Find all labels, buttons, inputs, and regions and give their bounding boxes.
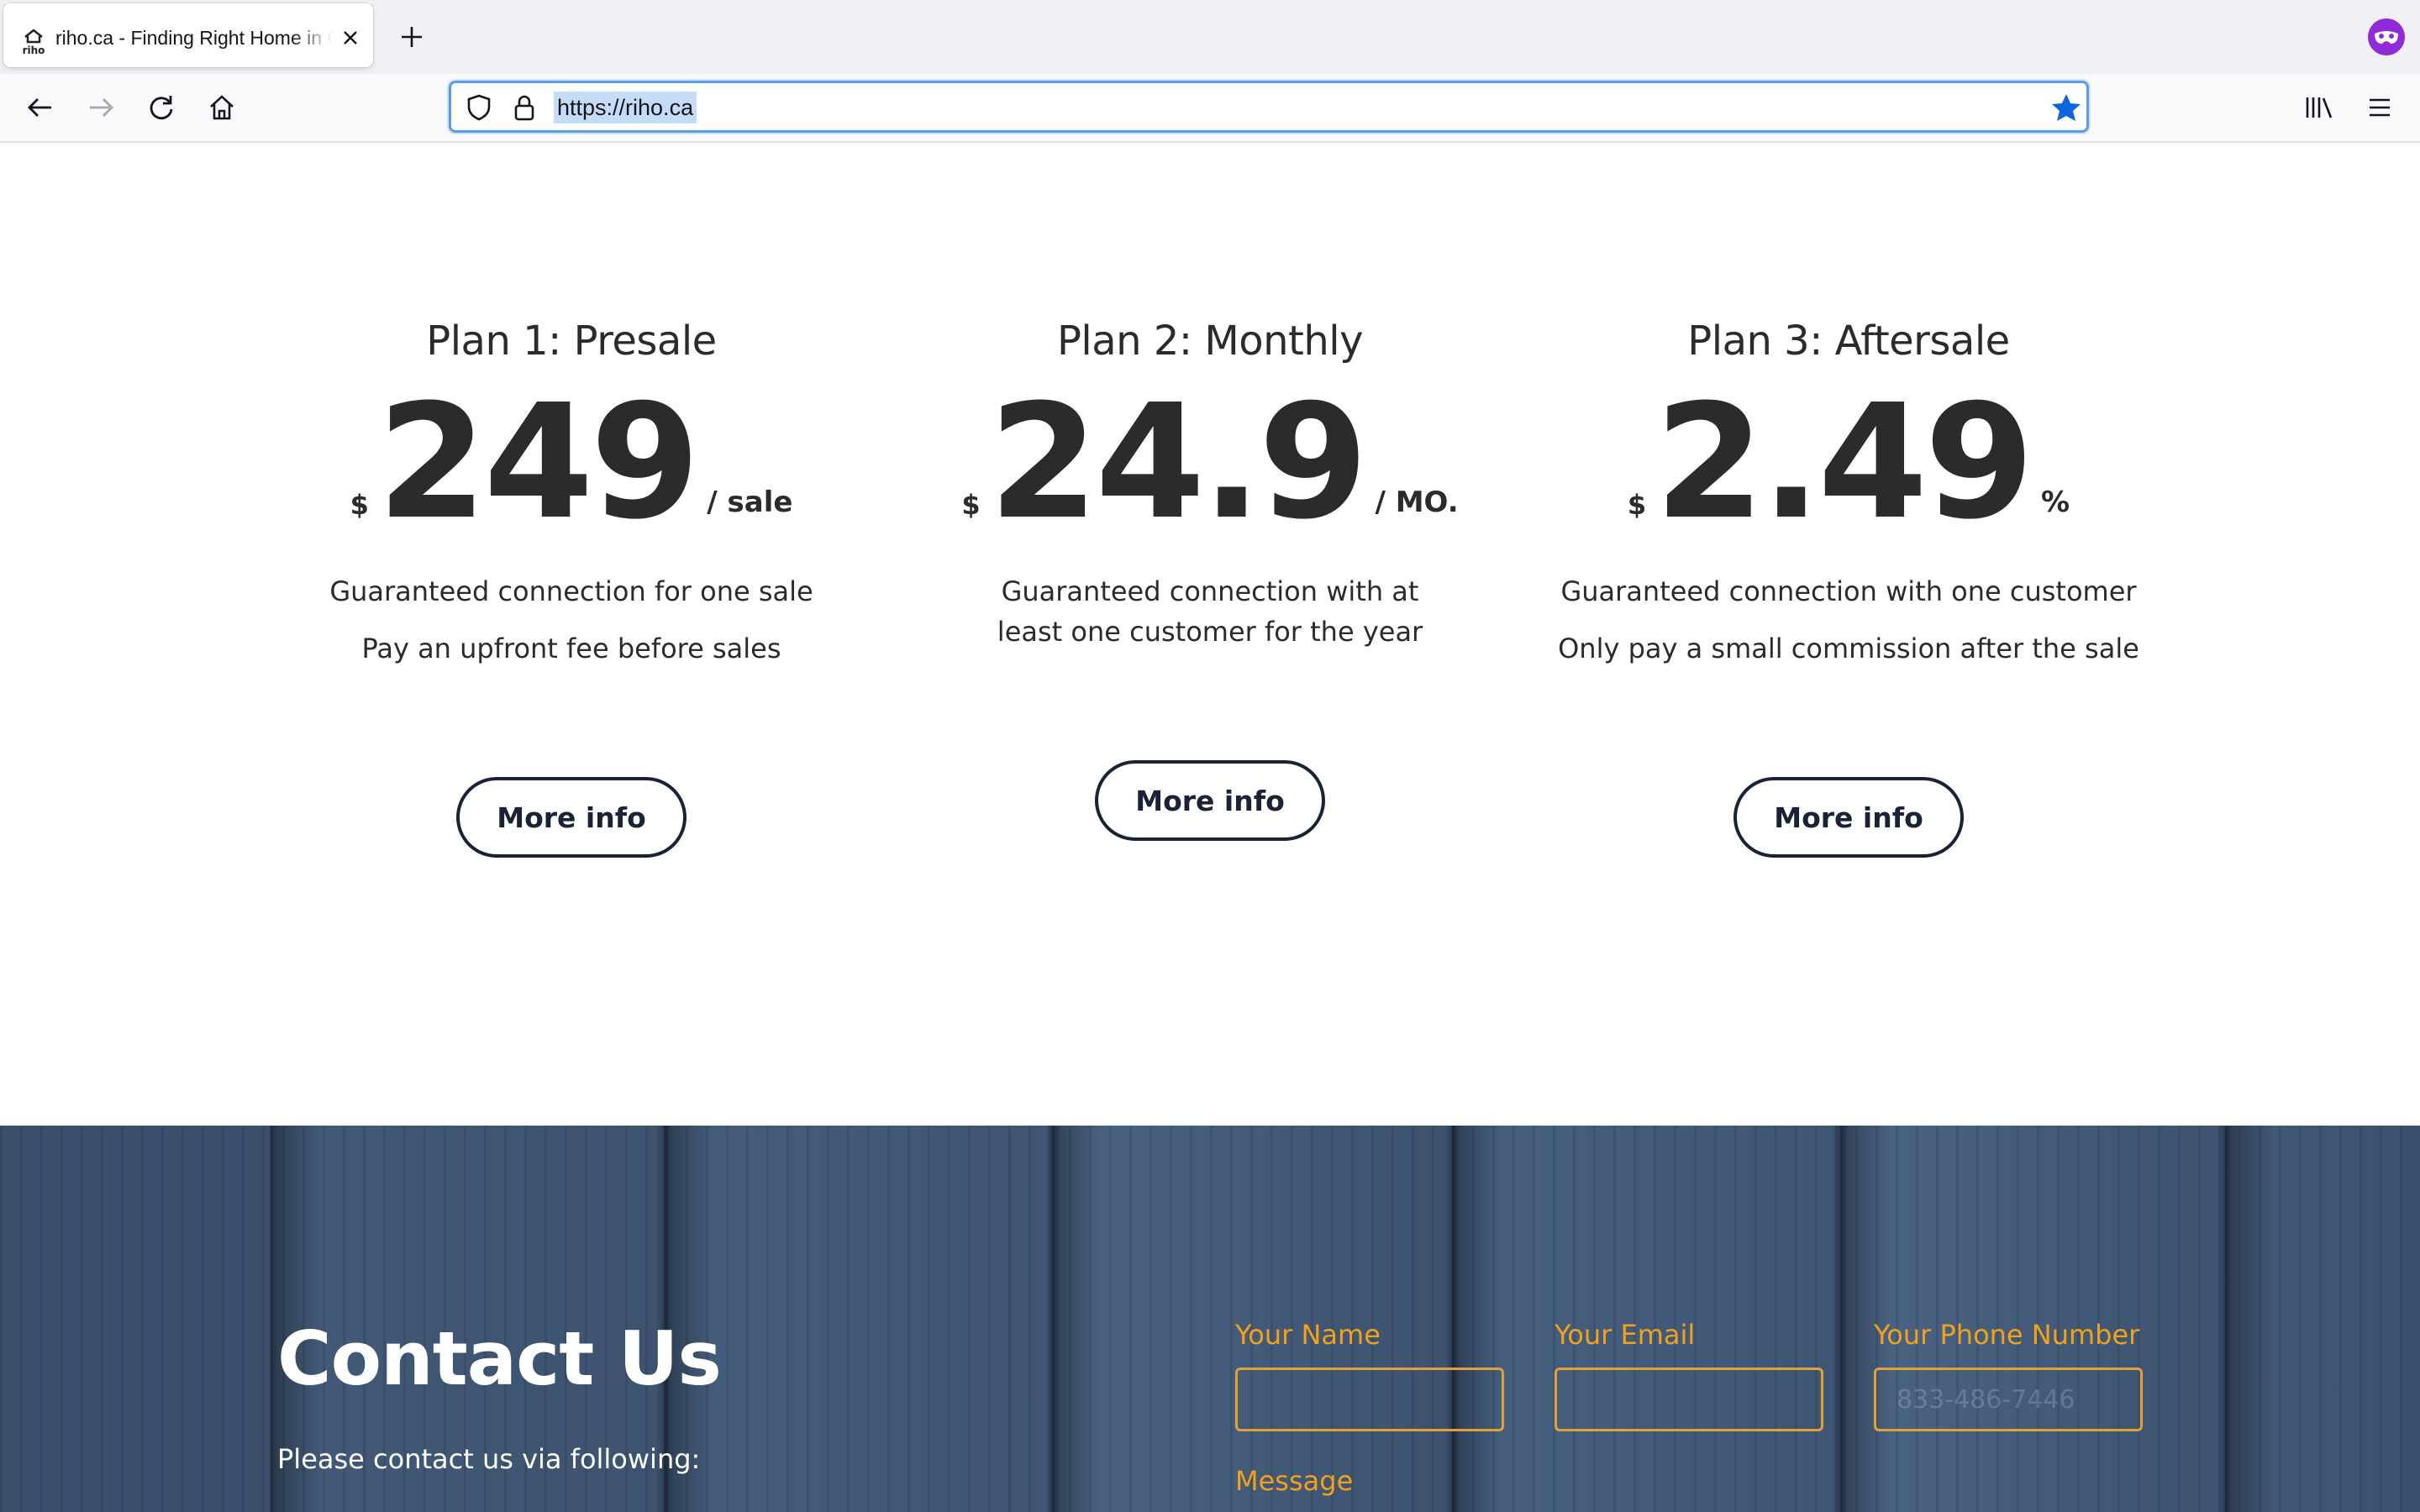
more-info-button-presale[interactable]: More info [456,777,687,858]
price-amount: 2.49 [1655,370,2034,554]
contact-title: Contact Us [277,1315,722,1402]
plan-description-line: Only pay a small commission after the sa… [1558,633,2139,664]
riho-favicon-icon: riho [18,25,49,56]
more-info-button-aftersale[interactable]: More info [1733,777,1964,858]
padlock-icon[interactable] [510,93,539,122]
private-mask-icon[interactable] [2368,18,2405,55]
price-unit: % [2041,486,2070,519]
bookmark-star-icon[interactable] [2049,92,2083,125]
plan-description: Guaranteed connection with one customer … [1529,571,2168,669]
browser-tab-active[interactable]: riho riho.ca - Finding Right Home in Can… [3,3,373,67]
more-info-button-monthly[interactable]: More info [1095,760,1325,841]
url-text[interactable]: https://riho.ca [554,92,697,123]
plan-description-line: Guaranteed connection with one customer [1560,575,2137,607]
price: $ 249 / sale [252,370,891,554]
new-tab-plus-icon[interactable] [395,20,429,54]
tab-title: riho.ca - Finding Right Home in Canada [55,27,333,49]
price-currency: $ [350,489,369,521]
plan-description: Guaranteed connection with at least one … [891,571,1529,652]
tracking-protection-shield-icon[interactable] [465,93,493,122]
name-input[interactable] [1235,1368,1504,1431]
library-icon[interactable] [2301,89,2338,126]
plan-description-line: Guaranteed connection for one sale [329,575,813,607]
plan-card-presale: Plan 1: Presale $ 249 / sale Guaranteed … [252,302,891,685]
plan-description: Guaranteed connection for one sale Pay a… [252,571,891,669]
price: $ 2.49 % [1529,370,2168,554]
home-icon[interactable] [203,89,240,126]
price-unit: / MO. [1375,486,1459,519]
email-input[interactable] [1555,1368,1823,1431]
plan-title: Plan 1: Presale [426,318,717,365]
forward-arrow-icon[interactable] [82,89,119,126]
plan-card-aftersale: Plan 3: Aftersale $ 2.49 % Guaranteed co… [1529,302,2168,685]
plan-description-line: Guaranteed connection with at least one … [997,575,1423,648]
hamburger-menu-icon[interactable] [2361,89,2398,126]
price-amount: 249 [376,370,700,554]
contact-subtitle: Please contact us via following: [277,1443,701,1475]
phone-label: Your Phone Number [1874,1319,2140,1351]
plan-title: Plan 2: Monthly [1056,318,1364,365]
close-tab-icon[interactable] [336,24,365,52]
price-currency: $ [961,489,981,521]
name-label: Your Name [1235,1319,1381,1351]
svg-text:riho: riho [23,45,45,55]
back-arrow-icon[interactable] [22,89,59,126]
wood-plank-seam [1452,1126,1502,1512]
price-currency: $ [1627,489,1647,521]
message-label: Message [1235,1465,1354,1497]
address-bar[interactable]: https://riho.ca [449,81,2089,133]
plan-title: Plan 3: Aftersale [1687,318,2010,365]
phone-input[interactable] [1874,1368,2143,1431]
price-amount: 24.9 [988,370,1369,554]
email-label: Your Email [1555,1319,1696,1351]
tab-strip: riho riho.ca - Finding Right Home in Can… [0,0,2420,74]
price: $ 24.9 / MO. [891,370,1529,554]
wood-plank-seam [2225,1126,2275,1512]
reload-icon[interactable] [143,89,180,126]
price-unit: / sale [707,486,793,519]
plan-card-monthly: Plan 2: Monthly $ 24.9 / MO. Guaranteed … [891,302,1529,669]
contact-section: Contact Us Please contact us via followi… [0,1126,2420,1512]
wood-plank-seam [1052,1126,1102,1512]
plan-description-line: Pay an upfront fee before sales [361,633,781,664]
